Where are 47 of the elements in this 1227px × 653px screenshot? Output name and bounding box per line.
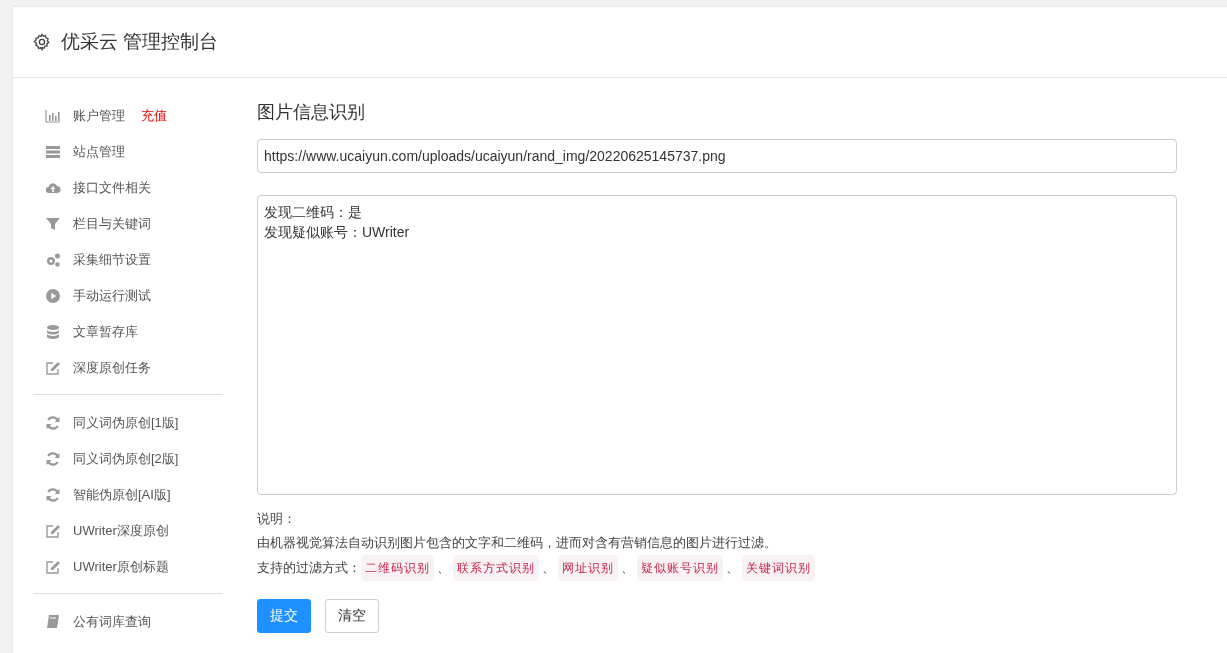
- edit-icon: [45, 523, 61, 539]
- sidebar-item[interactable]: UWriter深度原创: [73, 522, 169, 540]
- sidebar-item[interactable]: 接口文件相关: [73, 179, 151, 197]
- url-field[interactable]: https://www.ucaiyun.com/uploads/ucaiyun/rand_img/20220625145737.png: [257, 139, 1177, 173]
- separator-mark: 、: [726, 559, 739, 577]
- page-heading: 图片信息识别: [257, 101, 366, 124]
- filter-tag: 联系方式识别: [453, 555, 539, 581]
- refresh-icon: [45, 415, 61, 431]
- sidebar-item[interactable]: 手动运行测试: [73, 287, 151, 305]
- sidebar-item[interactable]: 智能伪原创[AI版]: [73, 486, 171, 504]
- filter-tag: 疑似账号识别: [637, 555, 723, 581]
- filter-tag: 网址识别: [558, 555, 618, 581]
- note-text: 由机器视觉算法自动识别图片包含的文字和二维码，进而对含有营销信息的图片进行过滤。: [257, 534, 778, 552]
- recharge-link[interactable]: 充值: [141, 107, 167, 125]
- server-icon: [45, 144, 61, 160]
- database-icon: [45, 324, 61, 340]
- edit-icon: [45, 559, 61, 575]
- sidebar-item[interactable]: 站点管理: [73, 143, 125, 161]
- refresh-icon: [45, 487, 61, 503]
- book-icon: [45, 614, 61, 630]
- separator-mark: 、: [437, 559, 450, 577]
- settings-icon: [33, 33, 51, 51]
- sidebar-item[interactable]: 同义词伪原创[2版]: [73, 450, 179, 468]
- clear-button[interactable]: 清空: [325, 599, 379, 633]
- note-label: 说明：: [257, 510, 297, 528]
- sidebar-item[interactable]: 深度原创任务: [73, 359, 151, 377]
- result-box[interactable]: 发现二维码：是 发现疑似账号：UWriter: [257, 195, 1177, 495]
- filter-icon: [45, 216, 61, 232]
- filter-tag: 关键词识别: [742, 555, 815, 581]
- separator-mark: 、: [621, 559, 634, 577]
- filter-tag: 二维码识别: [361, 555, 434, 581]
- sidebar-item[interactable]: UWriter原创标题: [73, 558, 169, 576]
- sidebar-item[interactable]: 文章暂存库: [73, 323, 138, 341]
- edit-icon: [45, 360, 61, 376]
- sidebar-item[interactable]: 账户管理: [73, 107, 125, 125]
- sidebar-item[interactable]: 采集细节设置: [73, 251, 151, 269]
- console-title: 优采云 管理控制台: [61, 30, 219, 54]
- sidebar-item[interactable]: 公有词库查询: [73, 613, 151, 631]
- gears-icon: [45, 252, 61, 268]
- cloud-upload-icon: [45, 180, 61, 196]
- sidebar-item[interactable]: 同义词伪原创[1版]: [73, 414, 179, 432]
- separator-mark: 、: [542, 559, 555, 577]
- play-icon: [45, 288, 61, 304]
- chart-icon: [45, 108, 61, 124]
- sidebar-item[interactable]: 栏目与关键词: [73, 215, 151, 233]
- filters-label: 支持的过滤方式：: [257, 559, 361, 577]
- refresh-icon: [45, 451, 61, 467]
